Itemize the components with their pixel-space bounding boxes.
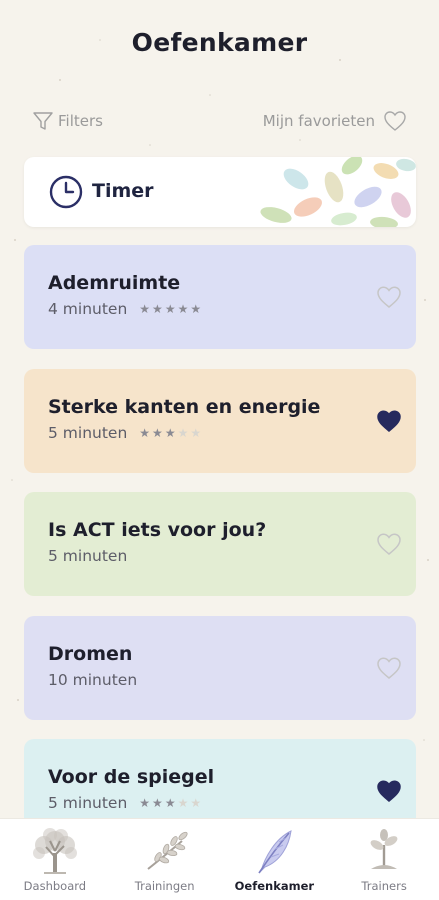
favorites-button[interactable]: Mijn favorieten [263,110,407,132]
favorite-outline-icon[interactable] [376,532,402,560]
exercise-duration: 5 minuten [48,423,128,442]
favorite-filled-icon[interactable] [376,409,402,437]
page-title: Oefenkamer [131,28,308,57]
exercise-meta: 4 minuten ★ ★ ★ ★ ★ [48,300,201,318]
favorite-outline-icon[interactable] [376,285,402,313]
exercise-card[interactable]: Dromen 10 minuten [24,615,416,720]
exercise-meta: 10 minuten [48,671,137,689]
branch-icon [147,831,188,870]
nav-label-trainingen: Trainingen [134,879,195,893]
favorite-outline-icon[interactable] [376,656,402,684]
favorite-filled-icon[interactable] [376,779,402,807]
exercise-card[interactable]: Sterke kanten en energie 5 minuten ★ ★ ★ ★ ★ [24,368,416,473]
nav-item-dashboard[interactable]: Dashboard [0,819,110,900]
star-filled-icon: ★ [177,302,189,316]
heart-outline-icon [384,111,406,131]
nav-item-trainers[interactable]: Trainers [329,819,439,900]
star-empty-icon: ★ [177,425,189,440]
exercise-title: Ademruimte [48,272,181,294]
filter-icon [33,112,53,130]
rating-stars: ★ ★ ★ ★ ★ [139,797,201,809]
star-filled-icon: ★ [152,425,163,440]
favorites-label: Mijn favorieten [262,112,375,130]
nav-item-oefenkamer[interactable]: Oefenkamer [220,819,330,900]
exercise-title: Is ACT iets voor jou? [48,519,267,541]
star-filled-icon: ★ [190,302,202,316]
rating-stars: ★ ★ ★ ★ ★ [139,427,201,439]
star-empty-icon: ★ [177,796,189,810]
star-empty-icon: ★ [190,796,202,810]
exercise-title: Dromen [48,642,133,665]
clock-icon [49,175,83,209]
nav-item-trainingen[interactable]: Trainingen [110,819,220,900]
star-filled-icon: ★ [139,302,151,316]
star-filled-icon: ★ [164,425,176,440]
tree-icon [32,828,77,874]
star-filled-icon: ★ [139,425,151,440]
nav-label-oefenkamer: Oefenkamer [234,879,315,893]
timer-label: Timer [92,180,154,202]
rating-stars: ★ ★ ★ ★ ★ [139,303,201,315]
bottom-navigation: Dashboard Trainingen Oefenkamer Trainers [0,818,439,900]
filters-button[interactable]: Filters [32,110,103,132]
exercise-card[interactable]: Is ACT iets voor jou? 5 minuten [24,492,416,596]
exercise-duration: 5 minuten [48,547,128,565]
exercise-title: Sterke kanten en energie [48,395,321,418]
toolbar: Filters Mijn favorieten [32,110,407,136]
star-filled-icon: ★ [164,302,176,316]
exercise-meta: 5 minuten [48,547,127,565]
exercise-title: Voor de spiegel [48,766,215,788]
exercise-meta: 5 minuten ★ ★ ★ ★ ★ [48,794,201,812]
feather-icon [258,830,293,874]
star-filled-icon: ★ [164,796,176,810]
exercise-meta: 5 minuten ★ ★ ★ ★ ★ [48,424,201,442]
star-filled-icon: ★ [139,796,151,810]
leaves-decoration [260,157,416,227]
filters-label: Filters [58,112,103,130]
star-filled-icon: ★ [152,796,163,810]
exercise-duration: 5 minuten [48,794,128,812]
star-empty-icon: ★ [190,425,202,440]
sprout-icon [370,829,398,869]
timer-card[interactable]: Timer [24,157,416,227]
nav-label-dashboard: Dashboard [23,879,87,893]
nav-label-trainers: Trainers [361,879,407,893]
exercise-duration: 10 minuten [48,670,138,689]
exercise-card[interactable]: Ademruimte 4 minuten ★ ★ ★ ★ ★ [24,245,416,349]
star-filled-icon: ★ [152,302,163,316]
exercise-duration: 4 minuten [48,300,128,318]
